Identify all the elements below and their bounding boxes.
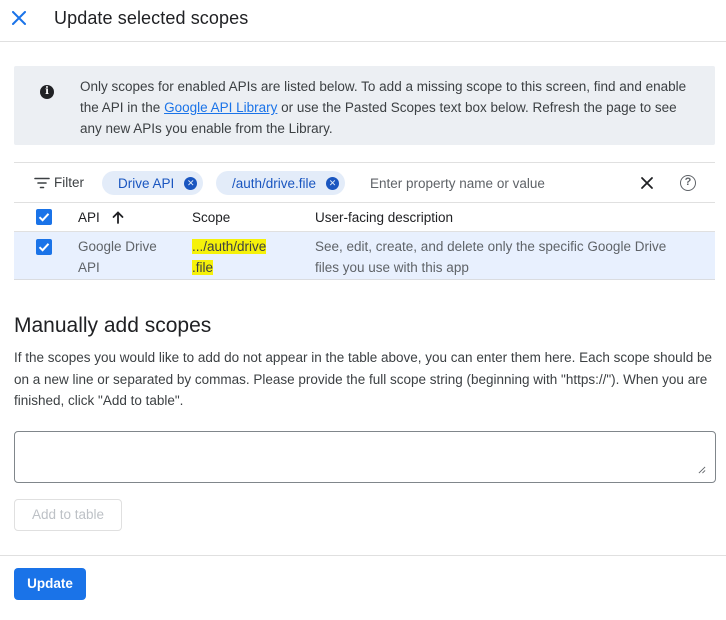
chip-label: Drive API bbox=[118, 175, 175, 191]
close-icon bbox=[12, 11, 26, 25]
filter-chip-scope[interactable]: /auth/drive.file ✕ bbox=[216, 171, 346, 195]
footer-divider bbox=[0, 555, 726, 556]
info-banner: i Only scopes for enabled APIs are liste… bbox=[14, 66, 715, 145]
column-header-scope[interactable]: Scope bbox=[192, 210, 230, 225]
cell-api: Google Drive API bbox=[78, 236, 157, 278]
cell-scope-line: .file bbox=[192, 260, 214, 275]
chip-remove-icon[interactable]: ✕ bbox=[184, 176, 198, 190]
cell-scope-line: .../auth/drive bbox=[192, 239, 267, 254]
select-all-checkbox[interactable] bbox=[36, 209, 52, 225]
chip-label: /auth/drive.file bbox=[232, 175, 317, 191]
cell-api-line: API bbox=[78, 260, 100, 275]
sort-arrow-up-icon bbox=[112, 211, 123, 224]
column-header-description[interactable]: User-facing description bbox=[315, 210, 453, 225]
column-header-api[interactable]: API bbox=[78, 210, 124, 225]
manual-section-title: Manually add scopes bbox=[14, 314, 212, 337]
check-icon bbox=[38, 243, 50, 252]
dialog-header: Update selected scopes bbox=[0, 0, 726, 42]
add-to-table-button[interactable]: Add to table bbox=[14, 499, 122, 531]
clear-filter-icon[interactable] bbox=[640, 176, 654, 190]
dialog-title: Update selected scopes bbox=[54, 8, 249, 28]
table-row[interactable]: Google Drive API .../auth/drive .file Se… bbox=[14, 232, 715, 280]
filter-input[interactable] bbox=[370, 173, 620, 193]
scopes-table: API Scope User-facing description Google… bbox=[14, 202, 715, 280]
row-checkbox[interactable] bbox=[36, 239, 52, 255]
filter-bar: Filter Drive API ✕ /auth/drive.file ✕ ? bbox=[14, 162, 715, 202]
info-icon: i bbox=[40, 85, 54, 99]
column-header-api-label: API bbox=[78, 210, 100, 225]
cell-description-line: See, edit, create, and delete only the s… bbox=[315, 239, 667, 254]
resize-grip-icon[interactable] bbox=[698, 466, 706, 474]
cell-scope: .../auth/drive .file bbox=[192, 236, 267, 278]
check-icon bbox=[38, 213, 50, 222]
api-library-link[interactable]: Google API Library bbox=[164, 100, 277, 115]
table-header: API Scope User-facing description bbox=[14, 202, 715, 232]
cell-description: See, edit, create, and delete only the s… bbox=[315, 236, 666, 278]
filter-label: Filter bbox=[54, 175, 84, 190]
update-button[interactable]: Update bbox=[14, 568, 86, 600]
info-banner-text: Only scopes for enabled APIs are listed … bbox=[80, 76, 700, 139]
manual-scopes-textarea[interactable] bbox=[14, 431, 716, 483]
cell-description-line: files you use with this app bbox=[315, 260, 469, 275]
close-button[interactable] bbox=[8, 7, 30, 29]
manual-section-description: If the scopes you would like to add do n… bbox=[14, 350, 712, 408]
help-icon[interactable]: ? bbox=[680, 175, 696, 191]
filter-icon bbox=[34, 177, 50, 189]
chip-remove-icon[interactable]: ✕ bbox=[326, 176, 340, 190]
cell-api-line: Google Drive bbox=[78, 239, 157, 254]
filter-chip-drive-api[interactable]: Drive API ✕ bbox=[102, 171, 204, 195]
